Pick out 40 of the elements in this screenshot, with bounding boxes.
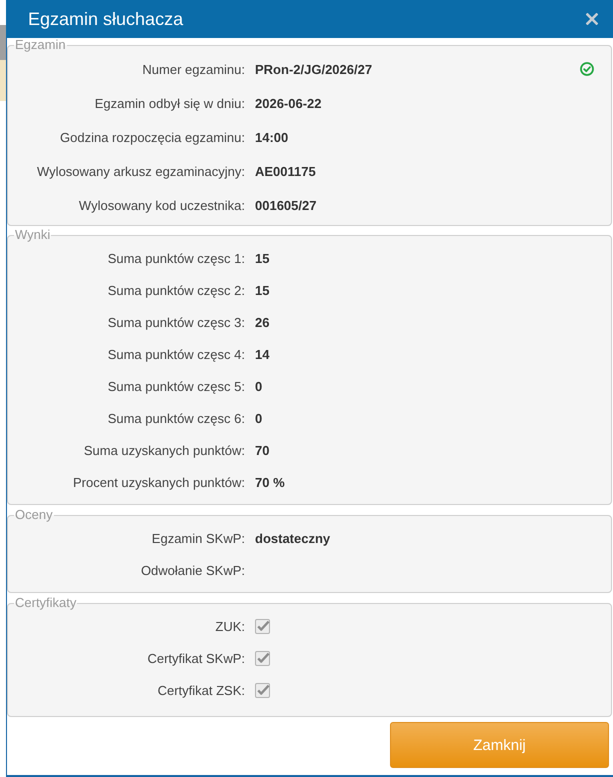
field-label: Numer egzaminu: [142, 62, 245, 76]
field-label: Procent uzyskanych punktów: [73, 474, 245, 490]
field-label: Certyfikat SKwP: [147, 650, 245, 666]
field-value: 70 [255, 442, 270, 458]
dialog-title: Egzamin słuchacza [28, 8, 184, 30]
field-value: 26 [255, 314, 270, 330]
field-label: Suma uzyskanych punktów: [84, 442, 245, 458]
field-label: Suma punktów częsc 2: [108, 282, 245, 298]
field-value: 70 % [255, 474, 285, 490]
field-value: PRon-2/JG/2026/27 [255, 62, 372, 76]
field-value: 15 [255, 250, 270, 266]
field-label: Egzamin SKwP: [152, 530, 245, 546]
field-value: 15 [255, 282, 270, 298]
field-value: dostateczny [255, 530, 330, 546]
field-label: Godzina rozpoczęcia egzaminu: [60, 130, 245, 144]
field-value: 2026-06-22 [255, 96, 322, 110]
close-button[interactable] [586, 13, 598, 25]
field-value: 0 [255, 410, 262, 426]
field-value: 001605/27 [255, 198, 316, 212]
section-legend: Certyfikaty [14, 596, 78, 610]
field-value: 0 [255, 378, 262, 394]
section-legend: Oceny [14, 508, 54, 522]
section-legend: Wynki [14, 228, 52, 242]
field-label: Suma punktów częsc 3: [108, 314, 245, 330]
field-label: Certyfikat ZSK: [158, 682, 245, 698]
field-label: Suma punktów częsc 1: [108, 250, 245, 266]
field-label: ZUK: [215, 618, 245, 634]
field-label: Suma punktów częsc 5: [108, 378, 245, 394]
field-value: 14 [255, 346, 270, 362]
field-label: Wylosowany kod uczestnika: [78, 198, 245, 212]
section-legend: Egzamin [14, 38, 67, 52]
close-icon [586, 13, 598, 25]
field-value: 14:00 [255, 130, 288, 144]
field-label: Wylosowany arkusz egzaminacyjny: [37, 164, 245, 178]
close-dialog-button[interactable]: Zamknij [390, 722, 609, 768]
field-label: Odwołanie SKwP: [140, 562, 245, 578]
field-value: AE001175 [255, 164, 316, 178]
field-label: Suma punktów częsc 6: [108, 410, 245, 426]
field-label: Suma punktów częsc 4: [108, 346, 245, 362]
field-label: Egzamin odbył się w dniu: [94, 96, 245, 110]
